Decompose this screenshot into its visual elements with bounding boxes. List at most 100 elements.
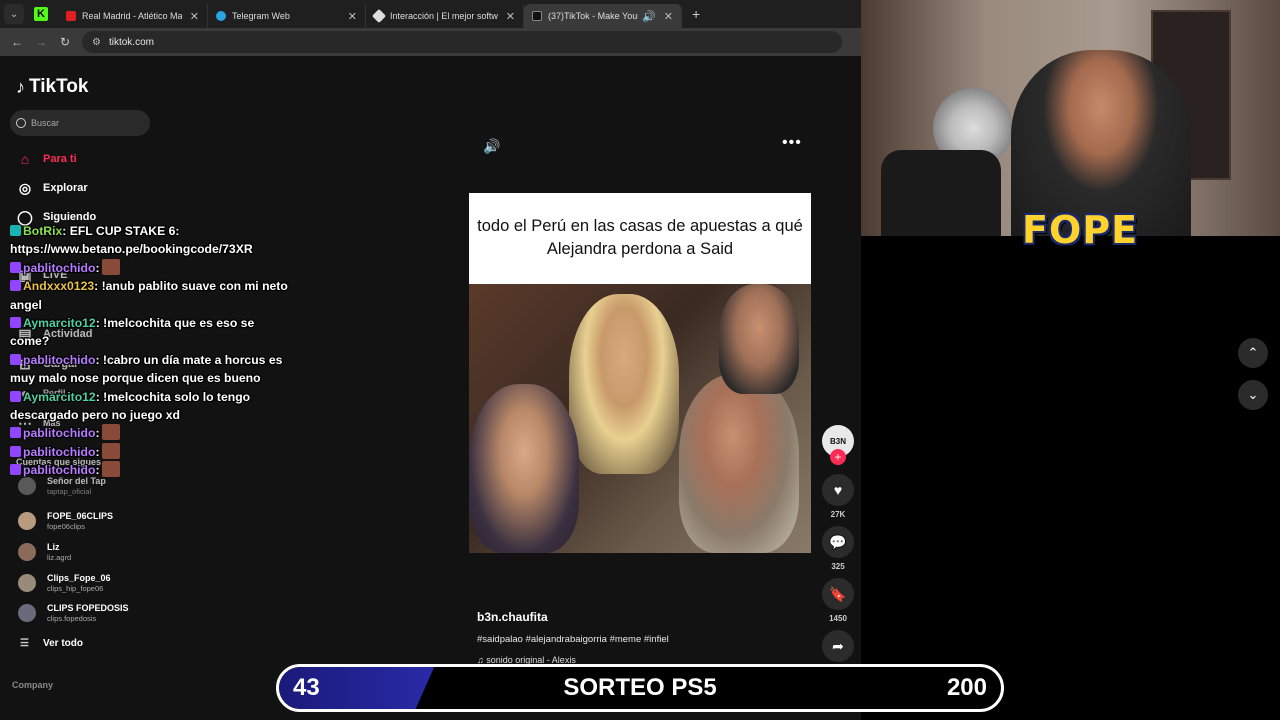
list-icon: ☰	[20, 638, 29, 649]
url-text: tiktok.com	[108, 36, 154, 48]
save-action[interactable]: 🔖 1450	[822, 578, 854, 623]
account-handle: clips.fopedosis	[47, 614, 97, 623]
tiktok-logo[interactable]: ♪ TikTok	[16, 76, 88, 98]
video-frame	[469, 284, 811, 553]
more-options-icon[interactable]: •••	[782, 134, 802, 152]
comment-icon[interactable]: 💬	[822, 526, 854, 558]
share-icon[interactable]: ➦	[822, 630, 854, 662]
see-all-button[interactable]: ☰ Ver todo	[20, 638, 83, 649]
tab-interaccion[interactable]: Interacción | El mejor software ✕	[366, 4, 524, 28]
giveaway-title: SORTEO PS5	[563, 674, 717, 701]
follow-plus-icon[interactable]: +	[830, 449, 846, 465]
video-username[interactable]: b3n.chaufita	[477, 610, 548, 624]
close-icon[interactable]: ✕	[506, 10, 515, 23]
chat-message: pablitochido: !cabro un día mate a horcu…	[10, 351, 290, 388]
tab-telegram[interactable]: Telegram Web ✕	[208, 4, 366, 28]
account-item[interactable]: Clips_Fope_06 clips_hip_fope06	[18, 573, 111, 593]
tab-real-madrid[interactable]: Real Madrid - Atlético Madrid ( ✕	[58, 4, 208, 28]
video-hashtags[interactable]: #saidpalao #alejandrabaigorria #meme #in…	[477, 634, 669, 645]
new-tab-icon[interactable]: +	[692, 6, 700, 22]
account-handle: fope06clips	[47, 522, 85, 531]
compass-icon: ◎	[18, 179, 32, 196]
forward-icon[interactable]: →	[34, 35, 48, 49]
telegram-icon	[216, 11, 226, 21]
site-settings-icon[interactable]: ⚙	[92, 37, 101, 48]
chevron-up-icon[interactable]: ⌃	[1238, 338, 1268, 368]
chat-user: pablitochido	[23, 426, 96, 441]
video-figure	[569, 294, 679, 474]
tab-search-icon[interactable]: ⌄	[4, 4, 24, 24]
video-figure	[469, 384, 579, 553]
video-player[interactable]: todo el Perú en las casas de apuestas a …	[469, 193, 811, 553]
nav-label: Para ti	[43, 153, 77, 165]
like-count: 27K	[830, 510, 846, 519]
back-icon[interactable]: ←	[10, 35, 24, 49]
giveaway-banner: 43 SORTEO PS5 200	[276, 664, 1004, 712]
reload-icon[interactable]: ↻	[58, 35, 72, 49]
chat-message: pablitochido:	[10, 258, 290, 277]
tab-title: (37)TikTok - Make Your Day	[548, 11, 638, 21]
chat-message: Aymarcito12: !melcochita que es eso se c…	[10, 314, 290, 351]
tab-title: Real Madrid - Atlético Madrid (	[82, 11, 182, 21]
emote-icon	[101, 442, 120, 459]
heart-icon[interactable]: ♥	[822, 474, 854, 506]
chat-text: :	[95, 463, 100, 478]
account-handle: clips_hip_fope06	[47, 584, 104, 593]
save-count: 1450	[829, 614, 847, 623]
search-icon	[16, 118, 26, 128]
search-field[interactable]: Buscar	[10, 110, 150, 136]
close-icon[interactable]: ✕	[348, 10, 357, 23]
video-caption: todo el Perú en las casas de apuestas a …	[469, 193, 811, 284]
kick-icon[interactable]: K	[34, 7, 48, 21]
account-name: Clips_Fope_06	[47, 573, 111, 583]
chat-user: pablitochido	[23, 463, 96, 478]
sub-badge-icon	[10, 445, 21, 457]
chat-message: pablitochido:	[10, 424, 290, 442]
close-icon[interactable]: ✕	[190, 10, 199, 23]
account-item[interactable]: Liz liz.agrd	[18, 542, 71, 562]
avatar	[18, 574, 36, 592]
account-item[interactable]: FOPE_06CLIPS fope06clips	[18, 511, 113, 531]
verified-badge-icon	[10, 225, 21, 236]
chevron-down-icon[interactable]: ⌄	[1238, 380, 1268, 410]
address-bar: ← → ↻ ⚙ tiktok.com	[0, 28, 861, 56]
like-action[interactable]: ♥ 27K	[822, 474, 854, 519]
tab-tiktok[interactable]: (37)TikTok - Make Your Day 🔊 ✕	[524, 4, 682, 28]
sub-badge-icon	[10, 427, 21, 439]
account-item[interactable]: CLIPS FOPEDOSIS clips.fopedosis	[18, 603, 129, 623]
bookmark-icon[interactable]: 🔖	[822, 578, 854, 610]
streamer-logo: FOPE	[1022, 208, 1139, 252]
giveaway-goal: 200	[946, 674, 987, 701]
volume-icon[interactable]: 🔊	[483, 138, 500, 155]
comment-action[interactable]: 💬 325	[822, 526, 854, 571]
chat-user: pablitochido	[23, 260, 96, 275]
nav-para-ti[interactable]: ⌂ Para ti	[16, 151, 77, 167]
tiktok-note-icon: ♪	[16, 76, 25, 97]
chat-user: Aymarcito12	[23, 316, 96, 331]
sub-badge-icon	[10, 390, 21, 402]
close-icon[interactable]: ✕	[664, 10, 673, 23]
browser-tab-bar: ⌄ K Real Madrid - Atlético Madrid ( ✕ Te…	[0, 0, 861, 28]
account-name: CLIPS FOPEDOSIS	[47, 603, 129, 613]
audio-icon[interactable]: 🔊	[642, 10, 656, 23]
sub-badge-icon	[10, 464, 21, 476]
chat-message: pablitochido:	[10, 442, 290, 461]
video-figure	[719, 284, 799, 394]
home-icon: ⌂	[20, 151, 30, 167]
screen: ⌄ K Real Madrid - Atlético Madrid ( ✕ Te…	[0, 0, 1280, 720]
youtube-icon	[66, 11, 76, 21]
video-figure	[679, 374, 799, 553]
company-link[interactable]: Company	[12, 680, 53, 690]
comment-count: 325	[831, 562, 845, 571]
logo-text: TikTok	[29, 76, 89, 97]
account-handle: taptap_oficial	[47, 487, 92, 496]
sub-badge-icon	[10, 261, 21, 273]
chat-user: Andxxx0123	[23, 279, 95, 294]
account-handle: liz.agrd	[47, 553, 72, 562]
nav-explorar[interactable]: ◎ Explorar	[16, 180, 88, 196]
sub-badge-icon	[10, 317, 21, 329]
avatar	[18, 512, 36, 530]
emote-icon	[101, 258, 120, 275]
url-field[interactable]: ⚙ tiktok.com	[82, 31, 842, 53]
chat-text: :	[95, 426, 100, 441]
